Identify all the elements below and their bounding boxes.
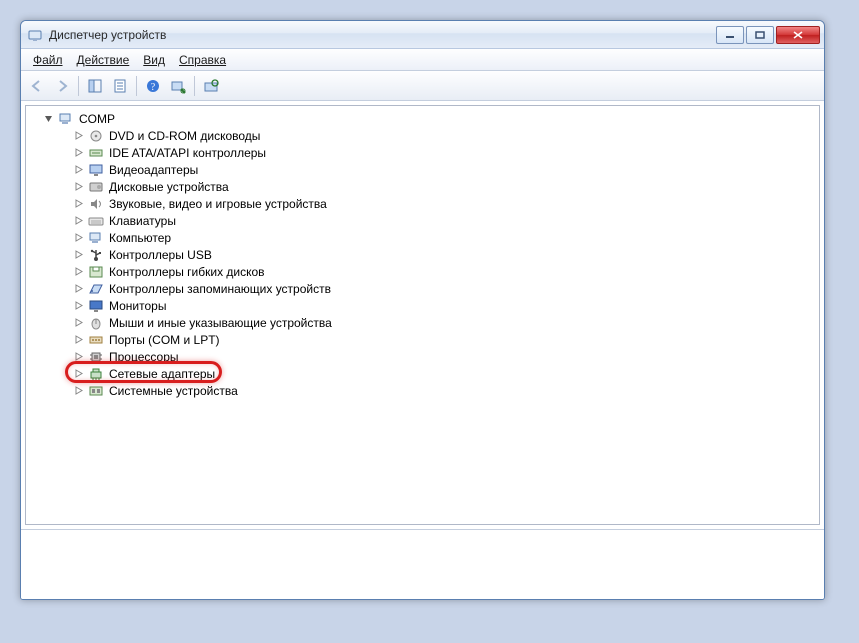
tree-node-computer[interactable]: Компьютер	[32, 229, 819, 246]
statusbar	[21, 529, 824, 599]
menu-file[interactable]: Файл	[27, 51, 69, 69]
tree-node-port[interactable]: Порты (COM и LPT)	[32, 331, 819, 348]
tree-node-ide[interactable]: IDE ATA/ATAPI контроллеры	[32, 144, 819, 161]
expand-icon[interactable]	[72, 385, 84, 397]
node-label: IDE ATA/ATAPI контроллеры	[107, 146, 268, 160]
node-label: Порты (COM и LPT)	[107, 333, 222, 347]
menu-view[interactable]: Вид	[137, 51, 171, 69]
tree-node-storage[interactable]: Контроллеры запоминающих устройств	[32, 280, 819, 297]
update-driver-button[interactable]	[199, 74, 223, 98]
window-title: Диспетчер устройств	[49, 28, 714, 42]
tree-node-floppy-ctrl[interactable]: Контроллеры гибких дисков	[32, 263, 819, 280]
device-manager-window: Диспетчер устройств Файл Действие Вид Сп…	[20, 20, 825, 600]
tree-node-mouse[interactable]: Мыши и иные указывающие устройства	[32, 314, 819, 331]
node-label: Видеоадаптеры	[107, 163, 200, 177]
storage-icon	[88, 281, 104, 297]
sound-icon	[88, 196, 104, 212]
node-label: Контроллеры гибких дисков	[107, 265, 267, 279]
display-icon	[88, 162, 104, 178]
tree-node-sound[interactable]: Звуковые, видео и игровые устройства	[32, 195, 819, 212]
disk-icon	[88, 179, 104, 195]
network-icon	[88, 366, 104, 382]
tree-node-usb[interactable]: Контроллеры USB	[32, 246, 819, 263]
node-label: Контроллеры запоминающих устройств	[107, 282, 333, 296]
minimize-button[interactable]	[716, 26, 744, 44]
tree-node-network[interactable]: Сетевые адаптеры	[32, 365, 819, 382]
computer-icon	[88, 230, 104, 246]
collapse-icon[interactable]	[42, 113, 54, 125]
node-label: Клавиатуры	[107, 214, 178, 228]
expand-icon[interactable]	[72, 368, 84, 380]
node-label: COMP	[77, 112, 117, 126]
cpu-icon	[88, 349, 104, 365]
node-label: Дисковые устройства	[107, 180, 231, 194]
expand-icon[interactable]	[72, 164, 84, 176]
tree-node-keyboard[interactable]: Клавиатуры	[32, 212, 819, 229]
node-label: Сетевые адаптеры	[107, 367, 217, 381]
expand-icon[interactable]	[72, 130, 84, 142]
expand-icon[interactable]	[72, 266, 84, 278]
tree-node-cpu[interactable]: Процессоры	[32, 348, 819, 365]
scan-hardware-button[interactable]	[166, 74, 190, 98]
expand-icon[interactable]	[72, 181, 84, 193]
floppy-ctrl-icon	[88, 264, 104, 280]
tree-node-disk[interactable]: Дисковые устройства	[32, 178, 819, 195]
forward-button[interactable]	[50, 74, 74, 98]
tree-node-monitor[interactable]: Мониторы	[32, 297, 819, 314]
properties-button[interactable]	[108, 74, 132, 98]
svg-text:?: ?	[151, 82, 156, 93]
menu-help[interactable]: Справка	[173, 51, 232, 69]
mouse-icon	[88, 315, 104, 331]
show-hide-tree-button[interactable]	[83, 74, 107, 98]
expand-icon[interactable]	[72, 198, 84, 210]
monitor-icon	[88, 298, 104, 314]
toolbar: ?	[21, 71, 824, 101]
device-tree[interactable]: COMP DVD и CD-ROM дисководы IDE ATA/ATAPI …	[25, 105, 820, 525]
node-label: Мониторы	[107, 299, 168, 313]
expand-icon[interactable]	[72, 317, 84, 329]
tree-node-display[interactable]: Видеоадаптеры	[32, 161, 819, 178]
menubar: Файл Действие Вид Справка	[21, 49, 824, 71]
port-icon	[88, 332, 104, 348]
close-button[interactable]	[776, 26, 820, 44]
tree-node-disc[interactable]: DVD и CD-ROM дисководы	[32, 127, 819, 144]
node-label: DVD и CD-ROM дисководы	[107, 129, 262, 143]
expand-icon[interactable]	[72, 147, 84, 159]
node-label: Системные устройства	[107, 384, 240, 398]
maximize-button[interactable]	[746, 26, 774, 44]
expand-icon[interactable]	[72, 351, 84, 363]
help-button[interactable]: ?	[141, 74, 165, 98]
ide-icon	[88, 145, 104, 161]
node-label: Компьютер	[107, 231, 173, 245]
expand-icon[interactable]	[72, 283, 84, 295]
node-label: Процессоры	[107, 350, 181, 364]
system-icon	[88, 383, 104, 399]
tree-node-system[interactable]: Системные устройства	[32, 382, 819, 399]
expand-icon[interactable]	[72, 215, 84, 227]
toolbar-separator	[194, 76, 195, 96]
node-label: Мыши и иные указывающие устройства	[107, 316, 334, 330]
tree-root-node[interactable]: COMP	[32, 110, 819, 127]
node-label: Контроллеры USB	[107, 248, 214, 262]
expand-icon[interactable]	[72, 232, 84, 244]
computer-icon	[58, 111, 74, 127]
app-icon	[27, 27, 43, 43]
usb-icon	[88, 247, 104, 263]
disc-icon	[88, 128, 104, 144]
expand-icon[interactable]	[72, 249, 84, 261]
keyboard-icon	[88, 213, 104, 229]
titlebar[interactable]: Диспетчер устройств	[21, 21, 824, 49]
node-label: Звуковые, видео и игровые устройства	[107, 197, 329, 211]
toolbar-separator	[136, 76, 137, 96]
expand-icon[interactable]	[72, 334, 84, 346]
toolbar-separator	[78, 76, 79, 96]
back-button[interactable]	[25, 74, 49, 98]
expand-icon[interactable]	[72, 300, 84, 312]
menu-action[interactable]: Действие	[71, 51, 136, 69]
